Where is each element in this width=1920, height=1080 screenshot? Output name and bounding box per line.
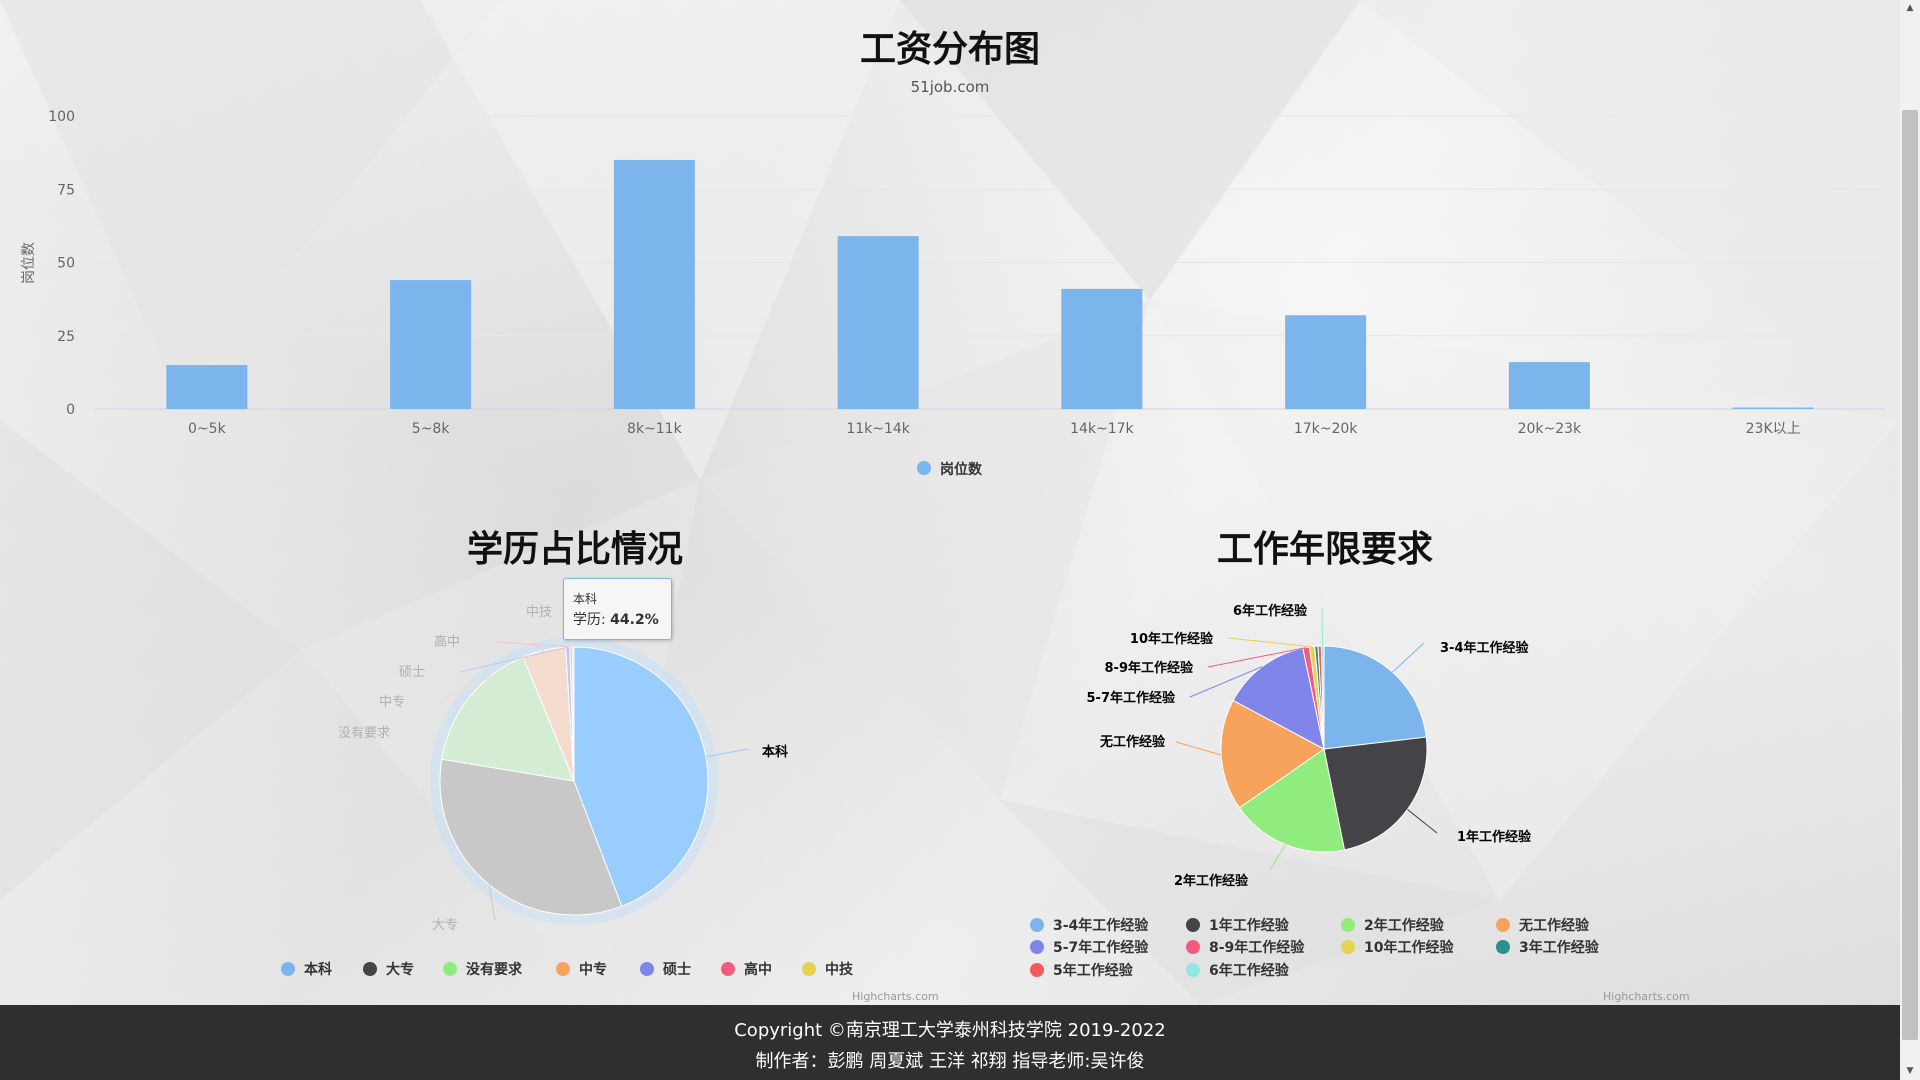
data-label-connector — [1269, 844, 1287, 871]
legend-item: 硕士 — [663, 961, 691, 978]
scroll-down-icon[interactable]: ▼ — [1900, 1063, 1920, 1080]
data-label: 无工作经验 — [1099, 734, 1166, 750]
footer-copyright: Copyright ©南京理工大学泰州科技学院 2019-2022 — [734, 1020, 1166, 1041]
data-label: 8-9年工作经验 — [1105, 660, 1194, 676]
tooltip-value: 44.2% — [610, 612, 659, 628]
legend-item: 没有要求 — [466, 961, 523, 978]
scrollbar-thumb[interactable] — [1902, 110, 1918, 1040]
legend-item: 5-7年工作经验 — [1053, 939, 1149, 956]
legend-item: 3年工作经验 — [1519, 939, 1600, 956]
data-label-connector — [1321, 607, 1324, 647]
legend-symbol — [1186, 940, 1200, 954]
data-label: 本科 — [762, 744, 788, 760]
legend-symbol — [721, 962, 735, 976]
data-label: 5-7年工作经验 — [1087, 690, 1176, 706]
legend-symbol — [1341, 940, 1355, 954]
pie-slice — [1323, 645, 1427, 750]
data-label-connector — [1175, 741, 1222, 756]
tooltip-slice-name: 本科 — [573, 592, 598, 606]
tooltip-value-line: 学历: 44.2% — [573, 612, 659, 628]
legend-symbol — [556, 962, 570, 976]
legend-item: 1年工作经验 — [1209, 917, 1290, 934]
education-pie-chart: 本科大专没有要求中专硕士高中中技本科 大专 没有要求 中专 硕士 高中 中技 — [281, 605, 854, 978]
legend-symbol — [640, 962, 654, 976]
data-label-connector — [1407, 809, 1438, 834]
legend-item: 3-4年工作经验 — [1053, 917, 1149, 934]
legend-item: 中技 — [825, 961, 854, 978]
vertical-scrollbar[interactable]: ▲ ▼ — [1900, 0, 1920, 1080]
data-label: 没有要求 — [338, 726, 390, 741]
legend-symbol — [1496, 918, 1510, 932]
legend-symbol — [1030, 963, 1044, 977]
legend-item: 2年工作经验 — [1364, 917, 1445, 934]
data-label: 6年工作经验 — [1233, 603, 1308, 619]
data-label-connector — [1227, 637, 1313, 648]
scroll-up-icon[interactable]: ▲ — [1900, 0, 1920, 17]
exp-credits-link[interactable]: Highcharts.com — [1603, 990, 1690, 1003]
legend-item: 高中 — [744, 961, 772, 978]
data-label: 中专 — [379, 695, 405, 710]
legend-symbol — [802, 962, 816, 976]
legend-item: 5年工作经验 — [1053, 962, 1134, 979]
data-label: 大专 — [432, 918, 458, 933]
page-footer: Copyright ©南京理工大学泰州科技学院 2019-2022 制作者：彭鹏… — [0, 1005, 1900, 1080]
legend-symbol — [1030, 940, 1044, 954]
legend-item: 10年工作经验 — [1364, 939, 1454, 956]
legend-symbol — [1496, 940, 1510, 954]
data-label: 硕士 — [399, 665, 425, 680]
data-label: 10年工作经验 — [1130, 631, 1214, 647]
legend-item: 无工作经验 — [1518, 917, 1590, 934]
legend-item: 本科 — [304, 961, 332, 978]
experience-pie-chart: 3-4年工作经验1年工作经验2年工作经验无工作经验5-7年工作经验8-9年工作经… — [1030, 603, 1600, 979]
legend-symbol — [1186, 918, 1200, 932]
legend-symbol — [281, 962, 295, 976]
data-label: 中技 — [526, 605, 552, 620]
data-label: 高中 — [434, 634, 460, 650]
legend-item: 中专 — [579, 961, 607, 978]
footer-authors: 制作者：彭鹏 周夏斌 王洋 祁翔 指导老师:吴许俊 — [755, 1051, 1145, 1072]
data-label: 2年工作经验 — [1174, 873, 1249, 889]
pie-tooltip: 本科 学历: 44.2% — [563, 578, 672, 640]
tooltip-series-name: 学历 — [573, 612, 601, 628]
legend-symbol — [1030, 918, 1044, 932]
data-label-connector — [1392, 642, 1425, 673]
legend-symbol — [363, 962, 377, 976]
legend-item: 6年工作经验 — [1209, 962, 1290, 979]
edu-credits-link[interactable]: Highcharts.com — [852, 990, 939, 1003]
legend-symbol — [1341, 918, 1355, 932]
legend-item: 大专 — [386, 961, 414, 978]
data-label: 1年工作经验 — [1457, 829, 1532, 845]
legend-item: 8-9年工作经验 — [1209, 939, 1305, 956]
data-label: 3-4年工作经验 — [1440, 640, 1529, 656]
legend-symbol — [1186, 963, 1200, 977]
legend-symbol — [443, 962, 457, 976]
